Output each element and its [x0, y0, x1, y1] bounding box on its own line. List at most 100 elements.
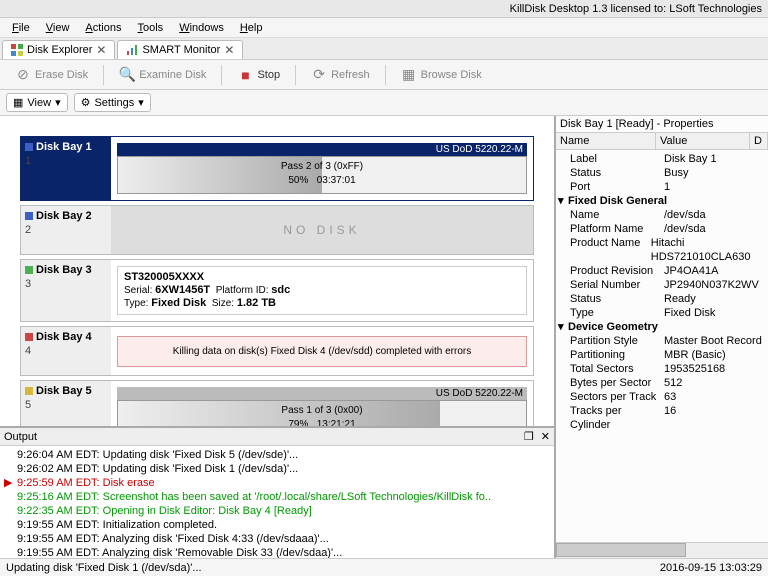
property-value: JP2940N037K2WV — [664, 278, 759, 292]
scrollbar-thumb[interactable] — [556, 543, 686, 557]
property-value: 63 — [664, 390, 676, 404]
property-value: 1 — [664, 180, 670, 194]
window-icon[interactable]: ❐ — [524, 431, 534, 443]
bay-number: 5 — [25, 399, 31, 411]
menu-view[interactable]: View — [38, 20, 78, 36]
erase-icon: ⊘ — [15, 67, 31, 83]
refresh-button[interactable]: ⟳Refresh — [302, 63, 379, 87]
grid-icon — [11, 44, 23, 56]
col-name[interactable]: Name — [556, 133, 656, 149]
property-value: /dev/sda — [664, 208, 706, 222]
property-row: Name/dev/sda — [556, 208, 768, 222]
progress-text: Pass 2 of 3 (0xFF)50% 03:37:01 — [118, 160, 526, 188]
window-titlebar: KillDisk Desktop 1.3 licensed to: LSoft … — [0, 0, 768, 18]
property-row: StatusBusy — [556, 166, 768, 180]
progress-bar: Pass 2 of 3 (0xFF)50% 03:37:01 — [117, 156, 527, 194]
properties-pane: Disk Bay 1 [Ready] - Properties Name Val… — [556, 116, 768, 558]
examine-disk-button[interactable]: 🔍Examine Disk — [110, 63, 215, 87]
property-key: Serial Number — [570, 278, 664, 292]
output-title: Output — [4, 431, 37, 443]
chart-icon — [126, 44, 138, 56]
view-dropdown[interactable]: ▦ View ▾ — [6, 93, 68, 112]
menu-actions[interactable]: Actions — [77, 20, 129, 36]
property-value: 512 — [664, 376, 682, 390]
property-row: Product NameHitachi HDS721010CLA630 — [556, 236, 768, 264]
bay-header: Disk Bay 11 — [21, 137, 111, 200]
bay-header: Disk Bay 44 — [21, 327, 111, 375]
disk-bay-3[interactable]: Disk Bay 33ST320005XXXXSerial: 6XW1456T … — [20, 259, 534, 322]
bay-number: 2 — [25, 224, 31, 236]
gear-icon: ⚙ — [81, 96, 91, 109]
col-d[interactable]: D — [750, 133, 768, 149]
browse-disk-button[interactable]: ▦Browse Disk — [392, 63, 491, 87]
property-value: JP4OA41A — [664, 264, 718, 278]
property-row: LabelDisk Bay 1 — [556, 152, 768, 166]
property-value: MBR (Basic) — [664, 348, 726, 362]
close-icon[interactable]: ✕ — [541, 431, 550, 443]
property-row: Sectors per Track63 — [556, 390, 768, 404]
disk-bay-4[interactable]: Disk Bay 44Killing data on disk(s) Fixed… — [20, 326, 534, 376]
tab-disk-explorer[interactable]: Disk Explorer ✕ — [2, 40, 115, 59]
bay-header: Disk Bay 55 — [21, 381, 111, 426]
main-area: Disk Bay 11 US DoD 5220.22-M Pass 2 of 3 (… — [0, 116, 768, 558]
close-icon[interactable]: ✕ — [96, 43, 106, 57]
menu-windows[interactable]: Windows — [171, 20, 232, 36]
log-line: 9:19:55 AM EDT: Analyzing disk 'Fixed Di… — [4, 532, 550, 546]
property-row: Partition StyleMaster Boot Record — [556, 334, 768, 348]
settings-dropdown[interactable]: ⚙ Settings ▾ — [74, 93, 151, 112]
menu-tools[interactable]: Tools — [130, 20, 172, 36]
disclosure-triangle-icon: ▾ — [558, 194, 568, 208]
progress-block: US DoD 5220.22-MPass 1 of 3 (0x00)79% 13… — [117, 387, 527, 426]
property-key: Sectors per Track — [570, 390, 664, 404]
examine-icon: 🔍 — [119, 67, 135, 83]
properties-columns: Name Value D — [556, 132, 768, 150]
group-label: Fixed Disk General — [568, 194, 667, 208]
separator — [103, 65, 104, 85]
property-key: Total Sectors — [570, 362, 664, 376]
status-square-icon — [25, 387, 33, 395]
property-row: Platform Name/dev/sda — [556, 222, 768, 236]
separator — [295, 65, 296, 85]
bay-header: Disk Bay 2 2 — [21, 206, 111, 254]
bay-name: Disk Bay 2 — [36, 210, 92, 222]
stop-button[interactable]: ■Stop — [228, 63, 289, 87]
property-group[interactable]: ▾Device Geometry — [556, 320, 768, 334]
property-value: Ready — [664, 292, 696, 306]
property-value: Master Boot Record — [664, 334, 762, 348]
property-value: Hitachi HDS721010CLA630 — [651, 236, 768, 264]
no-disk-label: NO DISK — [283, 223, 360, 237]
erase-method: US DoD 5220.22-M — [117, 143, 527, 156]
chevron-down-icon: ▾ — [138, 96, 144, 109]
chevron-down-icon: ▾ — [55, 96, 61, 109]
erase-disk-button[interactable]: ⊘Erase Disk — [6, 63, 97, 87]
view-icon: ▦ — [13, 96, 23, 109]
left-pane: Disk Bay 11 US DoD 5220.22-M Pass 2 of 3 (… — [0, 116, 556, 558]
menu-file[interactable]: File — [4, 20, 38, 36]
bay-body: US DoD 5220.22-M Pass 2 of 3 (0xFF)50% 03… — [111, 137, 533, 200]
property-value: 1953525168 — [664, 362, 725, 376]
output-controls: ❐ ✕ — [524, 430, 550, 443]
output-panel: Output ❐ ✕ 9:26:04 AM EDT: Updating disk… — [0, 426, 554, 558]
horizontal-scrollbar[interactable] — [556, 542, 768, 558]
menu-help[interactable]: Help — [232, 20, 271, 36]
disk-bay-list: Disk Bay 11 US DoD 5220.22-M Pass 2 of 3 (… — [0, 116, 554, 426]
close-icon[interactable]: ✕ — [224, 43, 234, 57]
property-group[interactable]: ▾Fixed Disk General — [556, 194, 768, 208]
stop-icon: ■ — [237, 67, 253, 83]
group-label: Device Geometry — [568, 320, 658, 334]
property-row: Port1 — [556, 180, 768, 194]
output-log[interactable]: 9:26:04 AM EDT: Updating disk 'Fixed Dis… — [0, 446, 554, 558]
disk-bay-1[interactable]: Disk Bay 11 US DoD 5220.22-M Pass 2 of 3 (… — [20, 136, 534, 201]
status-square-icon — [25, 212, 33, 220]
progress-bar: Pass 1 of 3 (0x00)79% 13:21:21 — [117, 400, 527, 426]
property-key: Partitioning — [570, 348, 664, 362]
bay-name: Disk Bay 3 — [36, 264, 92, 276]
property-key: Status — [570, 166, 664, 180]
col-value[interactable]: Value — [656, 133, 750, 149]
property-value: 16 — [664, 404, 676, 432]
progress-text: Pass 1 of 3 (0x00)79% 13:21:21 — [118, 404, 526, 426]
property-row: Product RevisionJP4OA41A — [556, 264, 768, 278]
tab-smart-monitor[interactable]: SMART Monitor ✕ — [117, 40, 243, 59]
disk-bay-5[interactable]: Disk Bay 55US DoD 5220.22-MPass 1 of 3 (… — [20, 380, 534, 426]
disk-bay-2[interactable]: Disk Bay 2 2 NO DISK — [20, 205, 534, 255]
